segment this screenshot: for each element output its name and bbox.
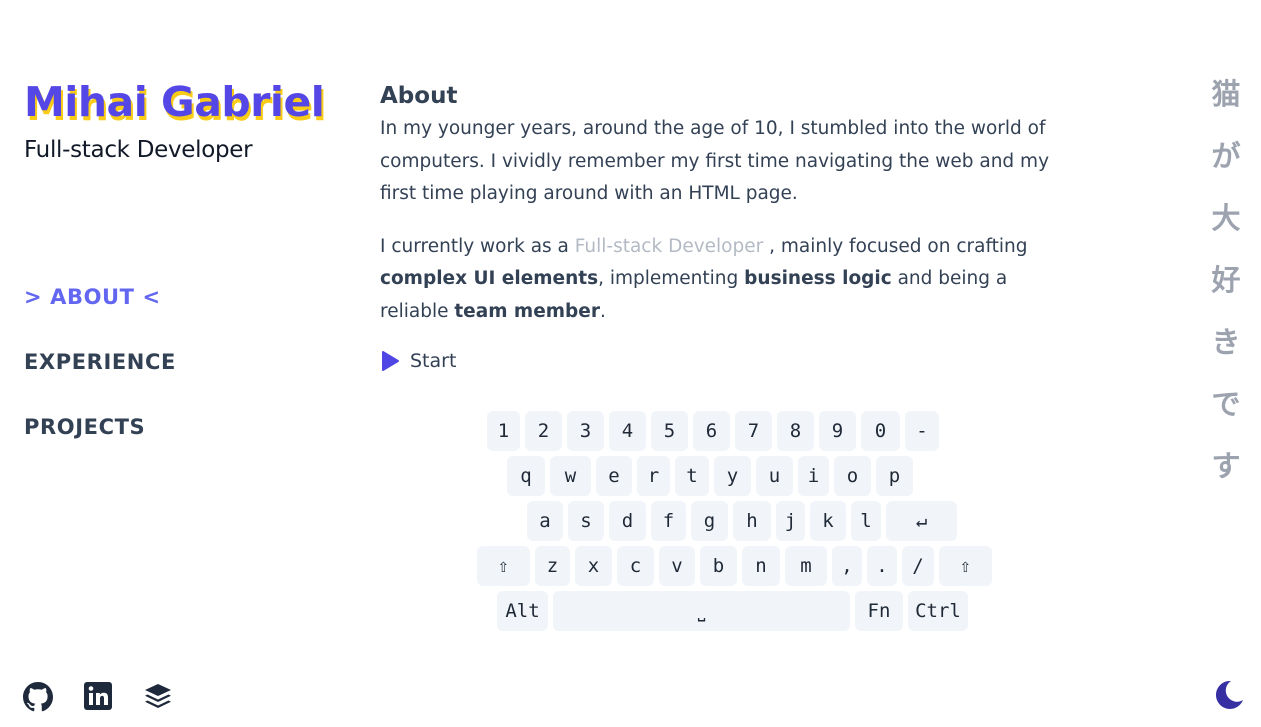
shift-left-key[interactable]: ⇧ xyxy=(477,546,530,586)
linkedin-icon xyxy=(84,682,112,714)
key[interactable]: x xyxy=(575,546,612,586)
main-nav: > ABOUT < EXPERIENCE PROJECTS xyxy=(24,283,176,478)
key[interactable]: v xyxy=(659,546,695,586)
shift-right-key[interactable]: ⇧ xyxy=(939,546,992,586)
key[interactable]: z xyxy=(535,546,570,586)
p2-text-mid1: , mainly focused on crafting xyxy=(763,235,1028,257)
key[interactable]: j xyxy=(776,501,805,541)
enter-key[interactable]: ↵ xyxy=(886,501,957,541)
key[interactable]: - xyxy=(905,411,939,451)
key[interactable]: l xyxy=(851,501,881,541)
key[interactable]: p xyxy=(876,456,913,496)
fn-key[interactable]: Fn xyxy=(855,591,903,631)
key[interactable]: k xyxy=(810,501,846,541)
kana-char: で xyxy=(1211,387,1241,421)
name-title: Mihai Gabriel xyxy=(24,78,325,126)
key[interactable]: b xyxy=(700,546,737,586)
alt-key[interactable]: Alt xyxy=(497,591,548,631)
key[interactable]: u xyxy=(756,456,793,496)
key[interactable]: , xyxy=(832,546,862,586)
key[interactable]: e xyxy=(596,456,632,496)
moon-icon xyxy=(1212,680,1246,716)
key[interactable]: q xyxy=(507,456,545,496)
space-key[interactable]: ⎵ xyxy=(553,591,850,631)
github-link[interactable] xyxy=(23,682,53,716)
play-icon xyxy=(380,350,400,372)
key[interactable]: 3 xyxy=(567,411,604,451)
key[interactable]: h xyxy=(733,501,771,541)
p2-text-end: . xyxy=(599,300,606,322)
key[interactable]: . xyxy=(867,546,897,586)
theme-toggle[interactable] xyxy=(1212,678,1246,716)
linkedin-link[interactable] xyxy=(84,682,112,714)
key[interactable]: g xyxy=(691,501,728,541)
vertical-kana-text: 猫 が 大 好 き で す xyxy=(1198,70,1254,504)
kana-char: す xyxy=(1211,449,1241,483)
key[interactable]: 8 xyxy=(777,411,814,451)
kana-char: き xyxy=(1211,325,1241,359)
start-label: Start xyxy=(410,350,457,372)
key[interactable]: i xyxy=(798,456,829,496)
kana-char: 猫 xyxy=(1211,77,1241,111)
key[interactable]: c xyxy=(617,546,654,586)
key[interactable]: m xyxy=(785,546,827,586)
key[interactable]: r xyxy=(637,456,670,496)
role-subtitle: Full-stack Developer xyxy=(24,137,253,163)
kana-char: 大 xyxy=(1211,201,1241,235)
key[interactable]: 0 xyxy=(861,411,900,451)
key[interactable]: 9 xyxy=(819,411,856,451)
key[interactable]: d xyxy=(609,501,646,541)
about-section: About In my younger years, around the ag… xyxy=(380,82,1080,328)
key[interactable]: 2 xyxy=(525,411,562,451)
key[interactable]: o xyxy=(834,456,871,496)
start-button[interactable]: Start xyxy=(380,350,456,372)
key[interactable]: 6 xyxy=(693,411,730,451)
kana-char: が xyxy=(1211,139,1241,173)
p2-bold-2: business logic xyxy=(744,268,892,289)
p2-text-mid2: , implementing xyxy=(598,268,745,289)
key[interactable]: y xyxy=(714,456,751,496)
key[interactable]: 5 xyxy=(651,411,688,451)
key[interactable]: 7 xyxy=(735,411,772,451)
stackoverflow-icon xyxy=(143,682,173,714)
stackoverflow-link[interactable] xyxy=(143,682,173,714)
about-paragraph-1: In my younger years, around the age of 1… xyxy=(380,118,1050,204)
about-paragraph-2: I currently work as a Full-stack Develop… xyxy=(380,231,1080,329)
key[interactable]: s xyxy=(568,501,604,541)
p2-bold-3: team member xyxy=(454,300,600,322)
p2-text-pre: I currently work as a xyxy=(380,235,575,257)
p2-bold-1: complex UI elements xyxy=(380,268,599,289)
about-heading: About xyxy=(380,83,458,109)
key[interactable]: f xyxy=(651,501,686,541)
key[interactable]: t xyxy=(675,456,709,496)
nav-experience[interactable]: EXPERIENCE xyxy=(24,348,176,413)
key[interactable]: / xyxy=(902,546,934,586)
nav-about[interactable]: > ABOUT < xyxy=(24,283,176,348)
kana-char: 好 xyxy=(1211,263,1241,297)
key[interactable]: a xyxy=(527,501,563,541)
key[interactable]: 4 xyxy=(609,411,646,451)
p2-role: Full-stack Developer xyxy=(574,235,764,257)
nav-projects[interactable]: PROJECTS xyxy=(24,413,176,478)
ctrl-key[interactable]: Ctrl xyxy=(908,591,968,631)
key[interactable]: w xyxy=(550,456,591,496)
key[interactable]: n xyxy=(742,546,780,586)
key[interactable]: 1 xyxy=(487,411,520,451)
github-icon xyxy=(23,682,53,716)
